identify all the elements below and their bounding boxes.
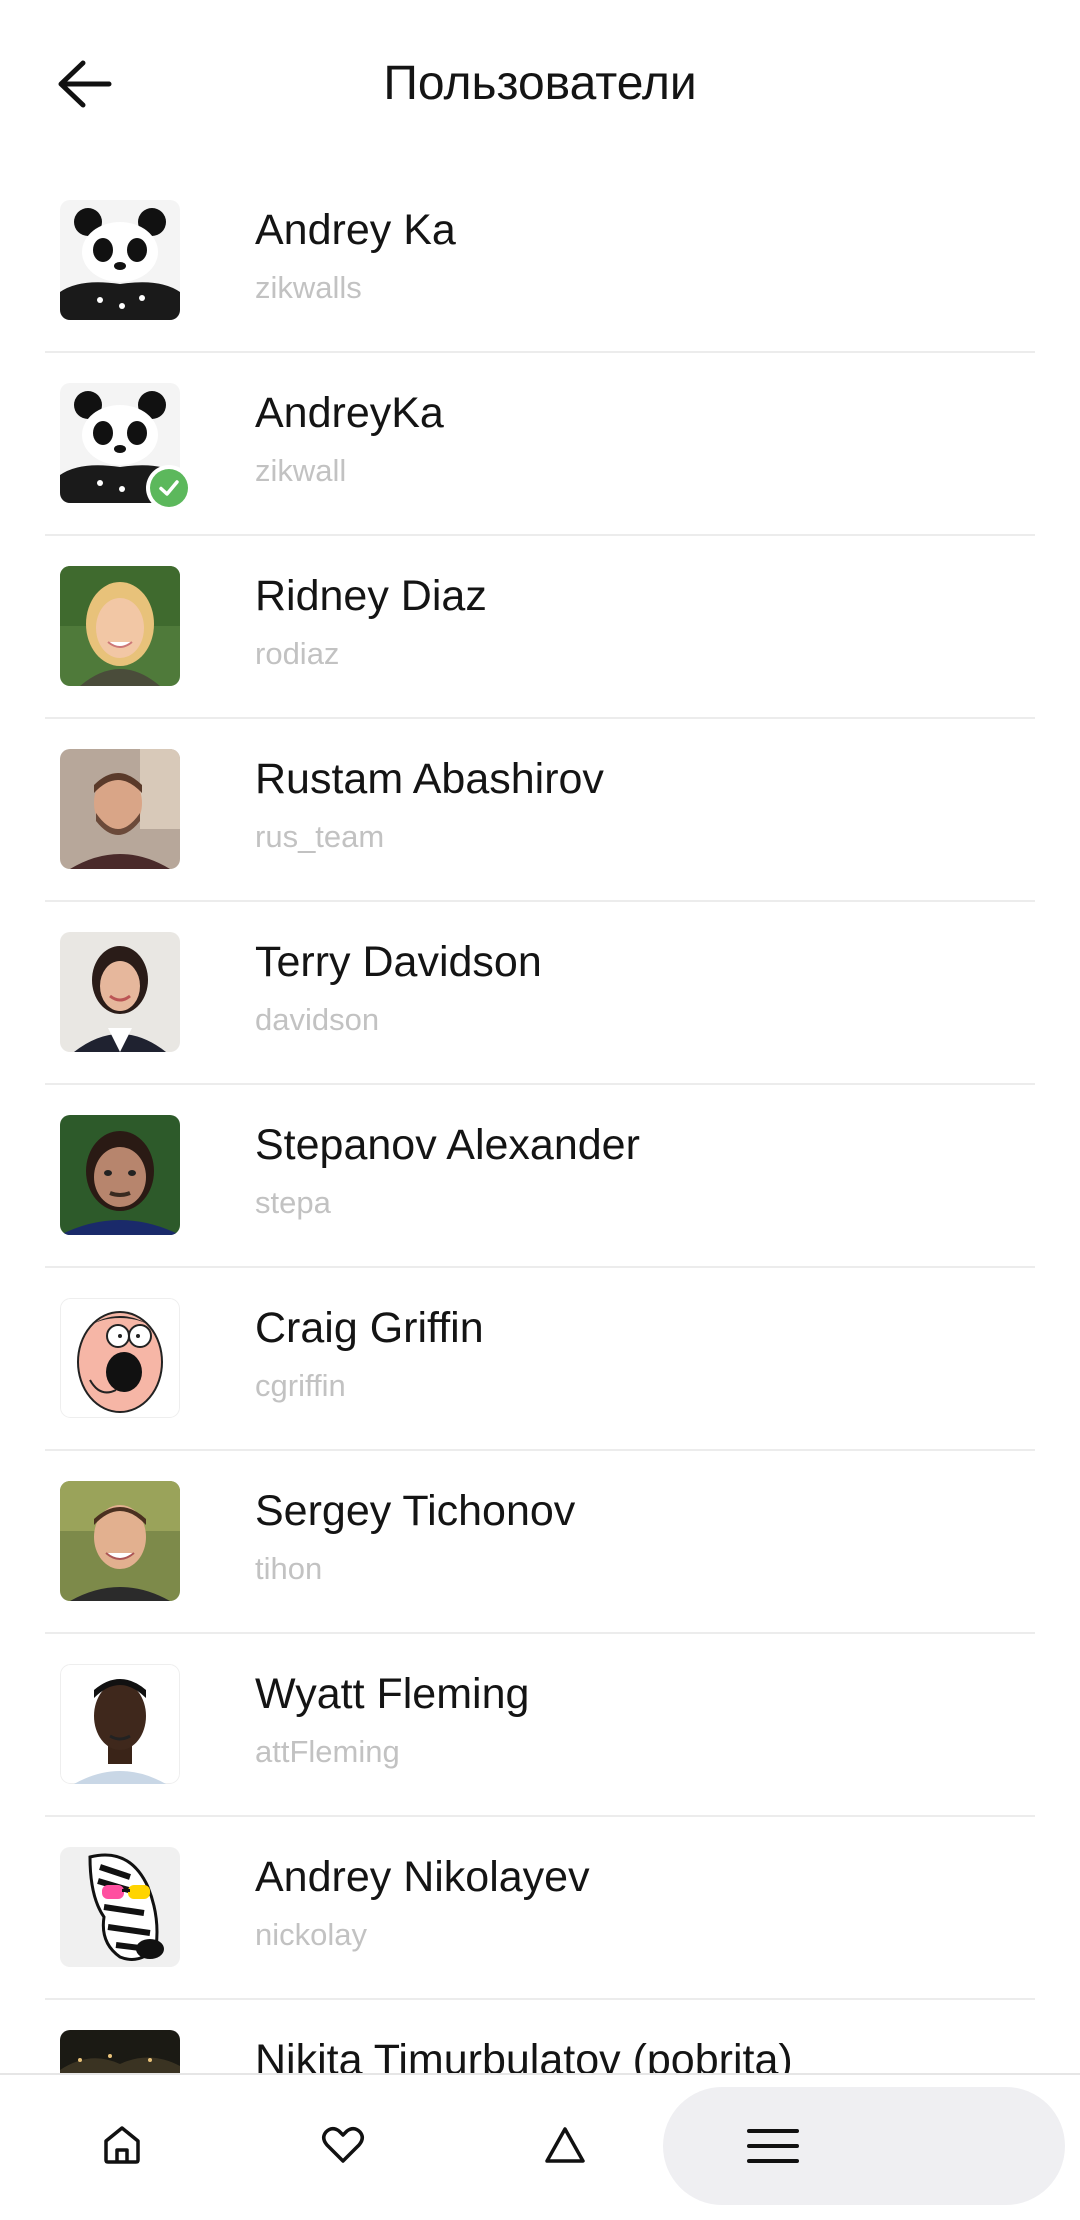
nav-favorites-button[interactable] (293, 2095, 393, 2195)
user-username: cgriffin (255, 1368, 346, 1403)
user-name: Wyatt Fleming (255, 1670, 530, 1718)
user-name: Andrey Ka (255, 206, 456, 254)
list-item[interactable]: Nikita Timurbulatov (pobrita) (0, 2000, 1080, 2073)
list-item[interactable]: Craig Griffin cgriffin (0, 1268, 1080, 1451)
list-item[interactable]: Terry Davidson davidson (0, 902, 1080, 1085)
photo-avatar-image (60, 1115, 180, 1235)
user-username: nickolay (255, 1917, 367, 1952)
list-item[interactable]: Wyatt Fleming attFleming (0, 1634, 1080, 1817)
photo-avatar-image (60, 566, 180, 686)
avatar (60, 383, 192, 511)
photo-avatar-image (60, 932, 180, 1052)
nav-home-button[interactable] (72, 2095, 172, 2195)
avatar (60, 2030, 180, 2073)
avatar (60, 1847, 180, 1967)
nav-menu-button[interactable] (663, 2087, 1065, 2205)
list-item[interactable]: Rustam Abashirov rus_team (0, 719, 1080, 902)
user-username: attFleming (255, 1734, 400, 1769)
list-item[interactable]: Ridney Diaz rodiaz (0, 536, 1080, 719)
user-list[interactable]: Andrey Ka zikwalls AndreyKa zikwall Ridn… (0, 170, 1080, 2073)
photo-avatar-image (60, 1664, 180, 1784)
avatar (60, 1664, 180, 1784)
user-name: Craig Griffin (255, 1304, 484, 1352)
user-name: AndreyKa (255, 389, 444, 437)
avatar (60, 749, 180, 869)
list-item[interactable]: Sergey Tichonov tihon (0, 1451, 1080, 1634)
photo-avatar-image (60, 749, 180, 869)
user-name: Stepanov Alexander (255, 1121, 640, 1169)
verified-badge (146, 465, 192, 511)
avatar (60, 1298, 180, 1418)
list-item[interactable]: Andrey Ka zikwalls (0, 170, 1080, 353)
user-username: rus_team (255, 819, 385, 854)
menu-icon (747, 2129, 799, 2163)
home-icon (104, 2126, 140, 2164)
avatar (60, 566, 180, 686)
avatar (60, 1115, 180, 1235)
photo-avatar-image (60, 1481, 180, 1601)
cartoon-avatar-image (60, 1298, 180, 1418)
checkmark-icon (159, 480, 179, 496)
user-name: Nikita Timurbulatov (pobrita) (255, 2036, 793, 2073)
user-username: stepa (255, 1185, 331, 1220)
user-username: zikwall (255, 453, 347, 488)
user-username: zikwalls (255, 270, 362, 305)
top-app-bar: Пользователи (0, 0, 1080, 170)
zebra-avatar-image (60, 1847, 180, 1967)
user-name: Sergey Tichonov (255, 1487, 576, 1535)
page-title: Пользователи (383, 57, 697, 110)
user-username: davidson (255, 1002, 380, 1037)
list-item[interactable]: Andrey Nikolayev nickolay (0, 1817, 1080, 2000)
user-username: tihon (255, 1551, 323, 1586)
avatar (60, 1481, 180, 1601)
photo-avatar-image (60, 2030, 180, 2073)
heart-icon (322, 2127, 364, 2163)
user-username: rodiaz (255, 636, 340, 671)
user-name: Ridney Diaz (255, 572, 487, 620)
bottom-navigation (0, 2073, 1080, 2220)
panda-avatar-image (60, 200, 180, 320)
list-item[interactable]: AndreyKa zikwall (0, 353, 1080, 536)
user-name: Andrey Nikolayev (255, 1853, 590, 1901)
user-name: Rustam Abashirov (255, 755, 604, 803)
user-name: Terry Davidson (255, 938, 542, 986)
nav-triangle-button[interactable] (515, 2095, 615, 2195)
avatar (60, 200, 180, 320)
triangle-icon (545, 2127, 585, 2163)
avatar (60, 932, 180, 1052)
list-item[interactable]: Stepanov Alexander stepa (0, 1085, 1080, 1268)
